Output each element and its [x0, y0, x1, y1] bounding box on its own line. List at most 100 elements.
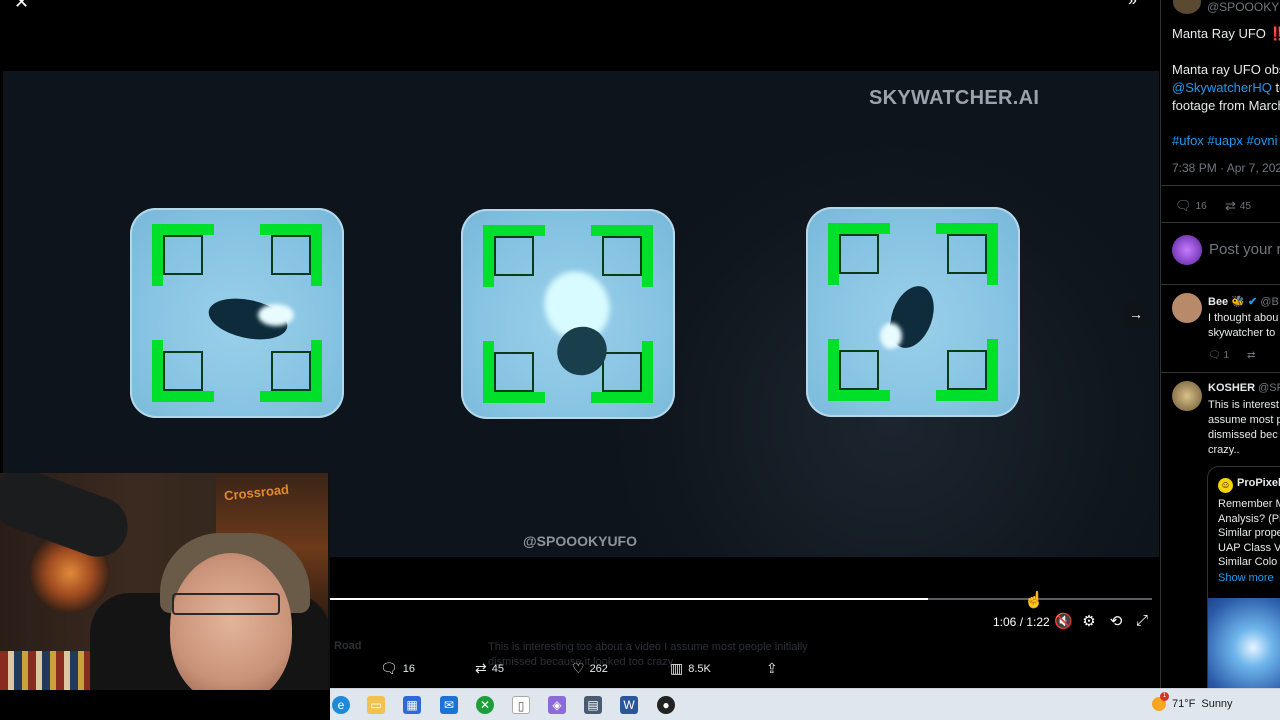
smiley-icon: ☺: [1218, 478, 1233, 493]
mute-icon[interactable]: 🔇: [1054, 612, 1073, 630]
ufo-glow: [258, 304, 294, 326]
file-explorer-icon[interactable]: ▭: [367, 696, 385, 714]
loop-icon[interactable]: ⟲: [1107, 612, 1125, 630]
target-corner: [152, 340, 214, 402]
quoted-body: Remember M Analysis? (Pi Similar prope U…: [1218, 497, 1280, 570]
video-progress-fill: [328, 598, 928, 600]
post-author-handle[interactable]: @SPOOOKYU: [1207, 0, 1280, 14]
repost-icon: ⇄: [475, 660, 487, 676]
edge-icon[interactable]: e: [332, 696, 350, 714]
post-body-line: footage from March: [1172, 98, 1280, 113]
quoted-post[interactable]: ☺ ProPixel Remember M Analysis? (Pi Simi…: [1207, 466, 1280, 688]
target-corner: [152, 224, 214, 286]
fullscreen-icon[interactable]: ⤢: [1133, 612, 1151, 629]
target-corner: [260, 340, 322, 402]
hashtags[interactable]: #ufox #uapx #ovni: [1172, 133, 1278, 148]
person-glasses: [172, 593, 280, 615]
comment-icon: 🗨: [1175, 198, 1192, 213]
comment-author-name: KOSHER: [1208, 382, 1256, 394]
reply-button[interactable]: 🗨 16: [380, 660, 415, 677]
avatar[interactable]: [1172, 381, 1202, 411]
panel-reply-count: 16: [1195, 200, 1207, 212]
settings-icon[interactable]: ⚙: [1080, 612, 1098, 630]
target-corner: [591, 225, 653, 287]
target-tile-1: [130, 208, 344, 418]
calculator-icon[interactable]: ▤: [584, 696, 602, 714]
post-actions: 🗨 16 ⇄ 45 ♡ 262 ▥ 8.5K ⇪: [330, 660, 830, 680]
comment-reply-count: 1: [1223, 350, 1230, 361]
comment-line: I thought abou: [1208, 312, 1279, 324]
bar-chart-icon: ▥: [670, 660, 684, 676]
comment-author[interactable]: Bee 🐝 ✔ @B: [1208, 295, 1279, 308]
mouse-cursor-icon: ☝: [1024, 592, 1044, 609]
taskbar: e ▭ ▦ ✉ ✕ ▯ ◈ ▤ W ● 1 71°F Sunny: [330, 688, 1280, 720]
target-corner: [260, 224, 322, 286]
target-corner: [936, 339, 998, 401]
avatar: [1172, 235, 1202, 265]
mail-icon[interactable]: ✉: [440, 696, 458, 714]
target-tile-3: [806, 207, 1020, 417]
panel-repost-button[interactable]: ⇄ 45: [1225, 198, 1251, 214]
target-corner: [828, 339, 890, 401]
comment-author[interactable]: KOSHER @SP: [1208, 382, 1280, 394]
post-body-line: @SkywatcherHQ te: [1172, 80, 1280, 95]
like-button[interactable]: ♡ 262: [572, 660, 608, 677]
comment-author-name: Bee 🐝: [1208, 296, 1245, 308]
file-icon[interactable]: ▯: [512, 696, 530, 714]
post-body-line: Manta ray UFO obs: [1172, 62, 1280, 77]
word-icon[interactable]: W: [620, 696, 638, 714]
quoted-line: Similar prope: [1218, 527, 1280, 539]
quoted-line: Remember M: [1218, 498, 1280, 510]
repost-count: 45: [491, 662, 504, 675]
close-icon[interactable]: ✕: [14, 0, 29, 13]
heart-icon: ♡: [572, 660, 585, 676]
photos-icon[interactable]: ◈: [548, 696, 566, 714]
background-author: Road: [334, 640, 362, 652]
target-corner: [483, 341, 545, 403]
target-corner: [483, 225, 545, 287]
video-time: 1:06 / 1:22: [993, 615, 1050, 629]
divider: [1161, 185, 1280, 186]
avatar[interactable]: [1172, 293, 1202, 323]
quoted-image[interactable]: [1208, 598, 1280, 688]
repost-button[interactable]: ⇄ 45: [475, 660, 504, 677]
sun-icon: 1: [1152, 692, 1169, 711]
comment-reply-button[interactable]: 🗨 1: [1208, 350, 1229, 361]
comment-author-handle: @B: [1260, 296, 1279, 308]
xbox-icon[interactable]: ✕: [476, 696, 494, 714]
post-timestamp[interactable]: 7:38 PM · Apr 7, 2025: [1172, 161, 1280, 175]
target-corner: [828, 223, 890, 285]
verified-icon: ✔: [1248, 296, 1258, 308]
panel-repost-count: 45: [1239, 200, 1252, 212]
store-icon[interactable]: ▦: [403, 696, 421, 714]
panel-reply-button[interactable]: 🗨 16: [1175, 198, 1207, 214]
comment-icon: 🗨: [380, 660, 398, 676]
weather-temp: 71°F: [1172, 698, 1196, 710]
share-icon: ⇪: [766, 660, 778, 676]
comment-line: crazy..: [1208, 444, 1240, 456]
repost-icon[interactable]: ⇄: [1247, 350, 1255, 361]
brand-watermark: SKYWATCHER.AI: [869, 87, 1040, 109]
divider: [1161, 284, 1280, 285]
target-tile-2: [461, 209, 675, 419]
share-button[interactable]: ⇪: [766, 660, 778, 677]
person-face: [170, 553, 292, 690]
weather-widget[interactable]: 1 71°F Sunny: [1152, 692, 1233, 711]
divider: [1161, 222, 1280, 223]
screen: ✕ » SKYWATCHER.AI @SPOOOKYUFO → ☝ 1:06 /…: [0, 0, 1280, 720]
reply-count: 16: [402, 662, 416, 675]
ufo-glow: [880, 323, 902, 349]
show-more-link[interactable]: Show more: [1218, 572, 1274, 584]
like-count: 262: [589, 662, 608, 675]
next-arrow-icon[interactable]: →: [1123, 301, 1149, 327]
chevron-double-right-icon[interactable]: »: [1128, 0, 1137, 10]
views-button[interactable]: ▥ 8.5K: [670, 660, 711, 677]
notification-badge: 1: [1160, 692, 1169, 701]
avatar[interactable]: [1173, 0, 1201, 14]
view-count: 8.5K: [688, 662, 711, 675]
reply-input[interactable]: Post your r: [1209, 241, 1280, 258]
mention-link[interactable]: @SkywatcherHQ: [1172, 80, 1272, 95]
obs-icon[interactable]: ●: [657, 696, 675, 714]
comment-line: This is interest: [1208, 399, 1279, 411]
quoted-line: Analysis? (Pi: [1218, 512, 1280, 525]
